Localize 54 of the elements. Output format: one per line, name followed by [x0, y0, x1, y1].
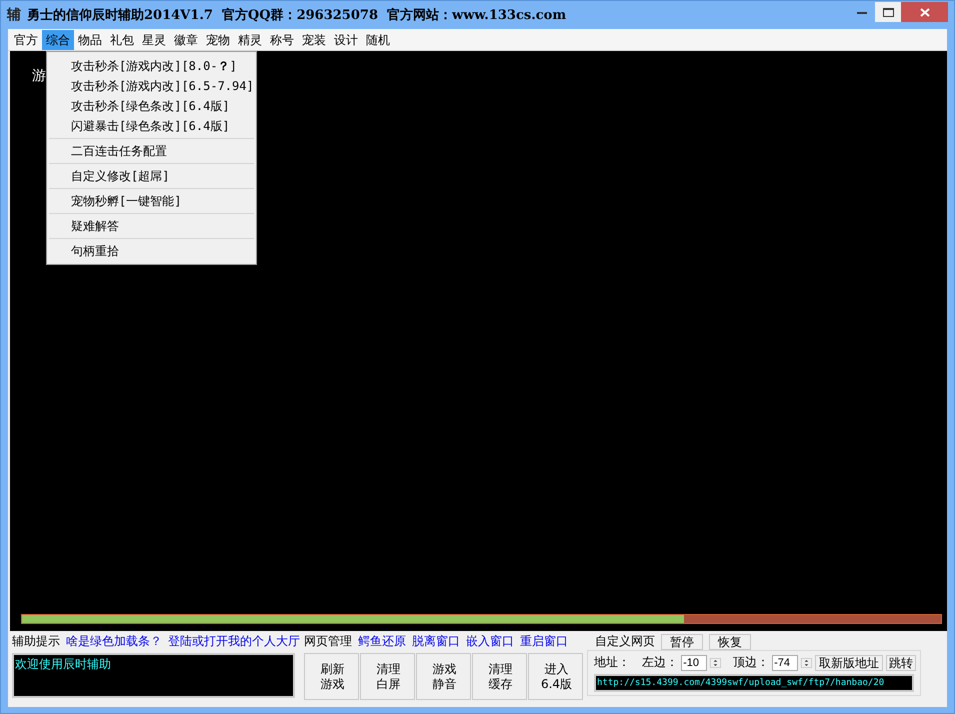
action-button[interactable]: 清理缓存 — [472, 653, 527, 700]
dropdown-item[interactable]: 攻击秒杀[绿色条改][6.4版] — [49, 96, 254, 116]
close-button[interactable] — [901, 2, 948, 22]
window-title: 勇士的信仰辰时辅助2014V1.7 官方QQ群：296325078 官方网站：www.133cs.com — [27, 6, 568, 24]
menu-item[interactable]: 星灵 — [138, 30, 170, 50]
menu-item[interactable]: 随机 — [362, 30, 394, 50]
jump-button[interactable]: 跳转 — [886, 654, 916, 670]
menu-item[interactable]: 宠装 — [298, 30, 330, 50]
action-button[interactable]: 刷新游戏 — [304, 653, 359, 700]
maximize-button[interactable] — [875, 2, 901, 22]
menu-item[interactable]: 物品 — [74, 30, 106, 50]
menu-item[interactable]: 徽章 — [170, 30, 202, 50]
left-field[interactable]: -10 — [681, 654, 708, 670]
log-box: 欢迎使用辰时辅助 — [12, 653, 295, 698]
control-button[interactable]: 恢复 — [709, 634, 751, 650]
game-text: 游 — [32, 67, 46, 85]
action-button[interactable]: 进入6.4版 — [528, 653, 583, 700]
address-label: 地址： — [594, 654, 630, 671]
help-link[interactable]: 啥是绿色加载条？ — [66, 632, 162, 650]
dropdown-item[interactable]: 攻击秒杀[游戏内改][8.0-？] — [49, 56, 254, 76]
dropdown-item[interactable]: 句柄重拾 — [49, 241, 254, 261]
section-label: 网页管理 — [304, 632, 352, 650]
control-button[interactable]: 暂停 — [661, 634, 703, 650]
help-link[interactable]: 登陆或打开我的个人大厅 — [168, 632, 300, 650]
top-label: 顶边： — [733, 654, 770, 671]
menu-item[interactable]: 官方 — [10, 30, 42, 50]
action-button[interactable]: 清理白屏 — [360, 653, 415, 700]
dropdown-item[interactable]: 宠物秒孵[一键智能] — [49, 191, 254, 211]
app-icon: 辅 — [7, 6, 21, 24]
window-link[interactable]: 鳄鱼还原 — [358, 632, 406, 650]
menu-item[interactable]: 宠物 — [202, 30, 234, 50]
group-label: 自定义网页 — [595, 633, 655, 650]
maximize-icon — [882, 8, 894, 16]
dropdown-item[interactable]: 疑难解答 — [49, 216, 254, 236]
menu-item[interactable]: 称号 — [266, 30, 298, 50]
close-icon — [920, 8, 930, 16]
left-label: 左边： — [642, 654, 678, 671]
section-label: 辅助提示 — [12, 632, 60, 650]
window-link[interactable]: 脱离窗口 — [412, 632, 460, 650]
menu-item[interactable]: 礼包 — [106, 30, 138, 50]
url-field[interactable]: http://s15.4399.com/4399swf/upload_swf/ftp7/hanbao/20 — [594, 674, 914, 692]
fetch-address-button[interactable]: 取新版地址 — [815, 654, 883, 670]
minimize-icon — [856, 10, 866, 14]
action-button[interactable]: 游戏静音 — [416, 653, 471, 700]
top-field[interactable]: -74 — [772, 654, 798, 670]
dropdown-item[interactable]: 二百连击任务配置 — [49, 141, 254, 161]
window-link[interactable]: 重启窗口 — [520, 632, 568, 650]
menu-item[interactable]: 综合 — [42, 30, 74, 50]
window-link[interactable]: 嵌入窗口 — [466, 632, 514, 650]
menu-item[interactable]: 设计 — [330, 30, 362, 50]
dropdown-item[interactable]: 攻击秒杀[游戏内改][6.5-7.94] — [49, 76, 254, 96]
dropdown-item[interactable]: 自定义修改[超屌] — [49, 166, 254, 186]
menu-item[interactable]: 精灵 — [234, 30, 266, 50]
dropdown-item[interactable]: 闪避暴击[绿色条改][6.4版] — [49, 116, 254, 136]
